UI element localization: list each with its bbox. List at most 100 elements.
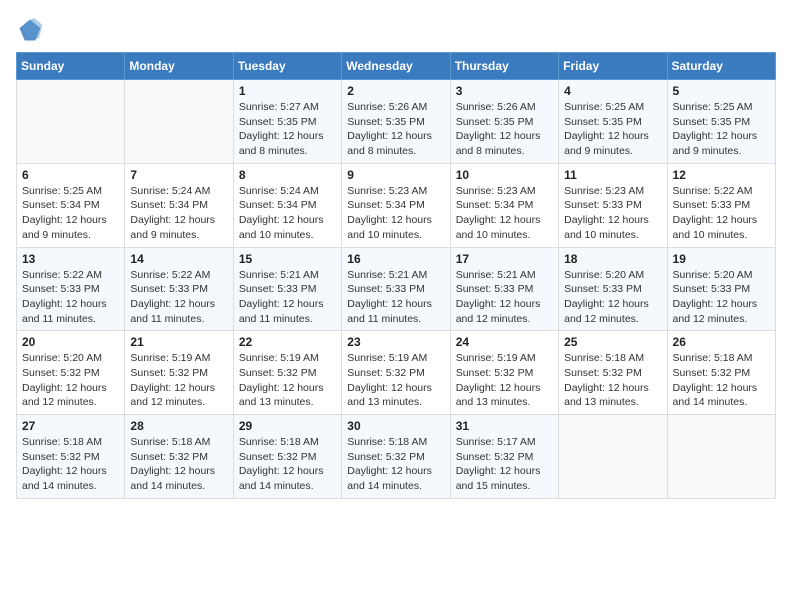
calendar-cell: 18 Sunrise: 5:20 AMSunset: 5:33 PMDaylig… [559, 247, 667, 331]
day-info: Sunrise: 5:19 AMSunset: 5:32 PMDaylight:… [347, 351, 444, 410]
calendar-cell: 20 Sunrise: 5:20 AMSunset: 5:32 PMDaylig… [17, 331, 125, 415]
day-number: 3 [456, 84, 553, 98]
day-info: Sunrise: 5:25 AMSunset: 5:35 PMDaylight:… [673, 100, 770, 159]
calendar-cell: 21 Sunrise: 5:19 AMSunset: 5:32 PMDaylig… [125, 331, 233, 415]
day-number: 7 [130, 168, 227, 182]
day-number: 17 [456, 252, 553, 266]
calendar-cell: 11 Sunrise: 5:23 AMSunset: 5:33 PMDaylig… [559, 163, 667, 247]
calendar-cell: 7 Sunrise: 5:24 AMSunset: 5:34 PMDayligh… [125, 163, 233, 247]
calendar-cell: 24 Sunrise: 5:19 AMSunset: 5:32 PMDaylig… [450, 331, 558, 415]
day-info: Sunrise: 5:23 AMSunset: 5:33 PMDaylight:… [564, 184, 661, 243]
calendar-header-row: SundayMondayTuesdayWednesdayThursdayFrid… [17, 53, 776, 80]
day-number: 14 [130, 252, 227, 266]
day-info: Sunrise: 5:18 AMSunset: 5:32 PMDaylight:… [673, 351, 770, 410]
day-info: Sunrise: 5:26 AMSunset: 5:35 PMDaylight:… [347, 100, 444, 159]
day-header-thursday: Thursday [450, 53, 558, 80]
day-info: Sunrise: 5:25 AMSunset: 5:34 PMDaylight:… [22, 184, 119, 243]
day-info: Sunrise: 5:18 AMSunset: 5:32 PMDaylight:… [22, 435, 119, 494]
day-number: 1 [239, 84, 336, 98]
calendar-cell: 2 Sunrise: 5:26 AMSunset: 5:35 PMDayligh… [342, 80, 450, 164]
day-number: 22 [239, 335, 336, 349]
calendar-cell: 1 Sunrise: 5:27 AMSunset: 5:35 PMDayligh… [233, 80, 341, 164]
day-info: Sunrise: 5:20 AMSunset: 5:33 PMDaylight:… [564, 268, 661, 327]
page-header [16, 16, 776, 44]
day-number: 9 [347, 168, 444, 182]
day-info: Sunrise: 5:21 AMSunset: 5:33 PMDaylight:… [456, 268, 553, 327]
day-header-sunday: Sunday [17, 53, 125, 80]
logo [16, 16, 48, 44]
calendar-cell: 15 Sunrise: 5:21 AMSunset: 5:33 PMDaylig… [233, 247, 341, 331]
day-header-friday: Friday [559, 53, 667, 80]
day-info: Sunrise: 5:22 AMSunset: 5:33 PMDaylight:… [22, 268, 119, 327]
calendar-cell: 5 Sunrise: 5:25 AMSunset: 5:35 PMDayligh… [667, 80, 775, 164]
calendar-cell [125, 80, 233, 164]
day-number: 29 [239, 419, 336, 433]
calendar-cell: 12 Sunrise: 5:22 AMSunset: 5:33 PMDaylig… [667, 163, 775, 247]
day-number: 10 [456, 168, 553, 182]
calendar-cell [17, 80, 125, 164]
day-info: Sunrise: 5:18 AMSunset: 5:32 PMDaylight:… [347, 435, 444, 494]
day-number: 11 [564, 168, 661, 182]
day-number: 31 [456, 419, 553, 433]
day-number: 30 [347, 419, 444, 433]
day-info: Sunrise: 5:21 AMSunset: 5:33 PMDaylight:… [239, 268, 336, 327]
calendar-cell: 4 Sunrise: 5:25 AMSunset: 5:35 PMDayligh… [559, 80, 667, 164]
calendar-cell: 26 Sunrise: 5:18 AMSunset: 5:32 PMDaylig… [667, 331, 775, 415]
day-number: 18 [564, 252, 661, 266]
day-info: Sunrise: 5:19 AMSunset: 5:32 PMDaylight:… [130, 351, 227, 410]
day-number: 2 [347, 84, 444, 98]
day-info: Sunrise: 5:24 AMSunset: 5:34 PMDaylight:… [239, 184, 336, 243]
day-number: 27 [22, 419, 119, 433]
calendar-cell: 28 Sunrise: 5:18 AMSunset: 5:32 PMDaylig… [125, 415, 233, 499]
day-number: 23 [347, 335, 444, 349]
calendar-cell: 13 Sunrise: 5:22 AMSunset: 5:33 PMDaylig… [17, 247, 125, 331]
day-info: Sunrise: 5:18 AMSunset: 5:32 PMDaylight:… [239, 435, 336, 494]
day-info: Sunrise: 5:23 AMSunset: 5:34 PMDaylight:… [456, 184, 553, 243]
week-row-1: 1 Sunrise: 5:27 AMSunset: 5:35 PMDayligh… [17, 80, 776, 164]
day-info: Sunrise: 5:25 AMSunset: 5:35 PMDaylight:… [564, 100, 661, 159]
day-info: Sunrise: 5:26 AMSunset: 5:35 PMDaylight:… [456, 100, 553, 159]
calendar-cell: 23 Sunrise: 5:19 AMSunset: 5:32 PMDaylig… [342, 331, 450, 415]
day-info: Sunrise: 5:24 AMSunset: 5:34 PMDaylight:… [130, 184, 227, 243]
calendar-cell: 9 Sunrise: 5:23 AMSunset: 5:34 PMDayligh… [342, 163, 450, 247]
calendar-cell: 17 Sunrise: 5:21 AMSunset: 5:33 PMDaylig… [450, 247, 558, 331]
calendar-cell: 16 Sunrise: 5:21 AMSunset: 5:33 PMDaylig… [342, 247, 450, 331]
day-number: 28 [130, 419, 227, 433]
day-info: Sunrise: 5:21 AMSunset: 5:33 PMDaylight:… [347, 268, 444, 327]
calendar-cell [667, 415, 775, 499]
day-info: Sunrise: 5:19 AMSunset: 5:32 PMDaylight:… [456, 351, 553, 410]
day-info: Sunrise: 5:20 AMSunset: 5:32 PMDaylight:… [22, 351, 119, 410]
week-row-4: 20 Sunrise: 5:20 AMSunset: 5:32 PMDaylig… [17, 331, 776, 415]
day-number: 6 [22, 168, 119, 182]
day-number: 12 [673, 168, 770, 182]
day-info: Sunrise: 5:27 AMSunset: 5:35 PMDaylight:… [239, 100, 336, 159]
day-info: Sunrise: 5:18 AMSunset: 5:32 PMDaylight:… [130, 435, 227, 494]
calendar-cell: 27 Sunrise: 5:18 AMSunset: 5:32 PMDaylig… [17, 415, 125, 499]
calendar-cell [559, 415, 667, 499]
day-info: Sunrise: 5:22 AMSunset: 5:33 PMDaylight:… [130, 268, 227, 327]
day-number: 5 [673, 84, 770, 98]
day-header-tuesday: Tuesday [233, 53, 341, 80]
calendar-cell: 30 Sunrise: 5:18 AMSunset: 5:32 PMDaylig… [342, 415, 450, 499]
day-number: 20 [22, 335, 119, 349]
calendar-cell: 19 Sunrise: 5:20 AMSunset: 5:33 PMDaylig… [667, 247, 775, 331]
day-header-monday: Monday [125, 53, 233, 80]
calendar-table: SundayMondayTuesdayWednesdayThursdayFrid… [16, 52, 776, 499]
calendar-cell: 31 Sunrise: 5:17 AMSunset: 5:32 PMDaylig… [450, 415, 558, 499]
day-number: 8 [239, 168, 336, 182]
calendar-cell: 25 Sunrise: 5:18 AMSunset: 5:32 PMDaylig… [559, 331, 667, 415]
day-number: 21 [130, 335, 227, 349]
calendar-cell: 6 Sunrise: 5:25 AMSunset: 5:34 PMDayligh… [17, 163, 125, 247]
calendar-cell: 8 Sunrise: 5:24 AMSunset: 5:34 PMDayligh… [233, 163, 341, 247]
calendar-cell: 22 Sunrise: 5:19 AMSunset: 5:32 PMDaylig… [233, 331, 341, 415]
day-number: 24 [456, 335, 553, 349]
day-info: Sunrise: 5:20 AMSunset: 5:33 PMDaylight:… [673, 268, 770, 327]
day-number: 25 [564, 335, 661, 349]
day-number: 15 [239, 252, 336, 266]
calendar-cell: 14 Sunrise: 5:22 AMSunset: 5:33 PMDaylig… [125, 247, 233, 331]
calendar-cell: 29 Sunrise: 5:18 AMSunset: 5:32 PMDaylig… [233, 415, 341, 499]
day-header-wednesday: Wednesday [342, 53, 450, 80]
day-number: 13 [22, 252, 119, 266]
day-info: Sunrise: 5:22 AMSunset: 5:33 PMDaylight:… [673, 184, 770, 243]
week-row-5: 27 Sunrise: 5:18 AMSunset: 5:32 PMDaylig… [17, 415, 776, 499]
